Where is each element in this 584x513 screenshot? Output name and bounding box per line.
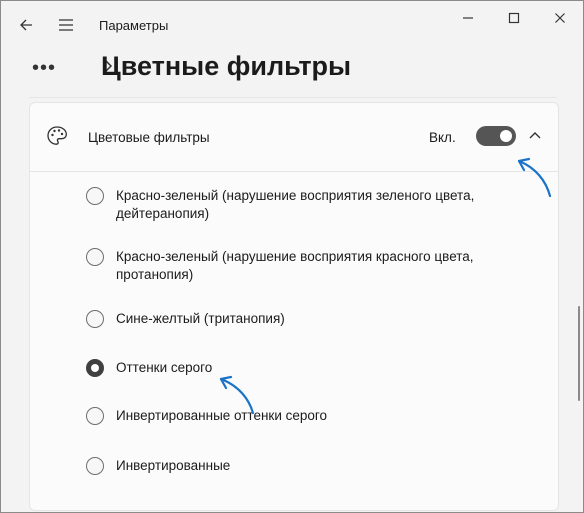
radio-button-checked[interactable] [86, 359, 104, 377]
radio-button[interactable] [86, 248, 104, 266]
chevron-up-icon[interactable] [528, 128, 542, 142]
minimize-icon [463, 17, 473, 19]
back-arrow-icon [20, 19, 32, 31]
option-label: Инвертированные [116, 458, 231, 473]
title-bar: Параметры [1, 1, 583, 49]
close-icon [555, 13, 565, 23]
close-button[interactable] [537, 1, 583, 35]
hamburger-icon [59, 19, 73, 31]
option-label: Красно-зеленый (нарушение восприятия зел… [116, 188, 475, 221]
breadcrumb-more-button[interactable]: ••• [32, 57, 56, 80]
option-label: Оттенки серого [116, 360, 213, 375]
color-filters-header[interactable]: Цветовые фильтры Вкл. [30, 103, 558, 172]
toggle-state-label: Вкл. [429, 130, 456, 145]
back-button[interactable] [9, 9, 43, 41]
color-filters-label: Цветовые фильтры [88, 130, 210, 145]
color-filters-toggle[interactable] [476, 126, 516, 146]
radio-button[interactable] [86, 407, 104, 425]
radio-button[interactable] [86, 187, 104, 205]
divider [29, 97, 557, 98]
option-label: Сине-желтый (тританопия) [116, 311, 285, 326]
settings-window: Параметры ••• Цветные фильтры Цветовые ф… [0, 0, 584, 513]
toggle-knob [500, 130, 512, 142]
radio-button[interactable] [86, 310, 104, 328]
breadcrumb: ••• Цветные фильтры [29, 49, 563, 89]
minimize-button[interactable] [445, 1, 491, 35]
radio-button[interactable] [86, 457, 104, 475]
scrollbar-thumb[interactable] [578, 306, 580, 401]
app-title: Параметры [99, 18, 169, 33]
option-label: Инвертированные оттенки серого [116, 408, 328, 423]
menu-button[interactable] [49, 9, 83, 41]
option-label: Красно-зеленый (нарушение восприятия кра… [116, 249, 474, 282]
page-title: Цветные фильтры [101, 51, 352, 81]
maximize-button[interactable] [491, 1, 537, 35]
palette-icon [47, 126, 67, 145]
maximize-icon [508, 12, 520, 24]
color-filters-card: Цветовые фильтры Вкл. Красно-зеленый (на… [29, 102, 559, 511]
